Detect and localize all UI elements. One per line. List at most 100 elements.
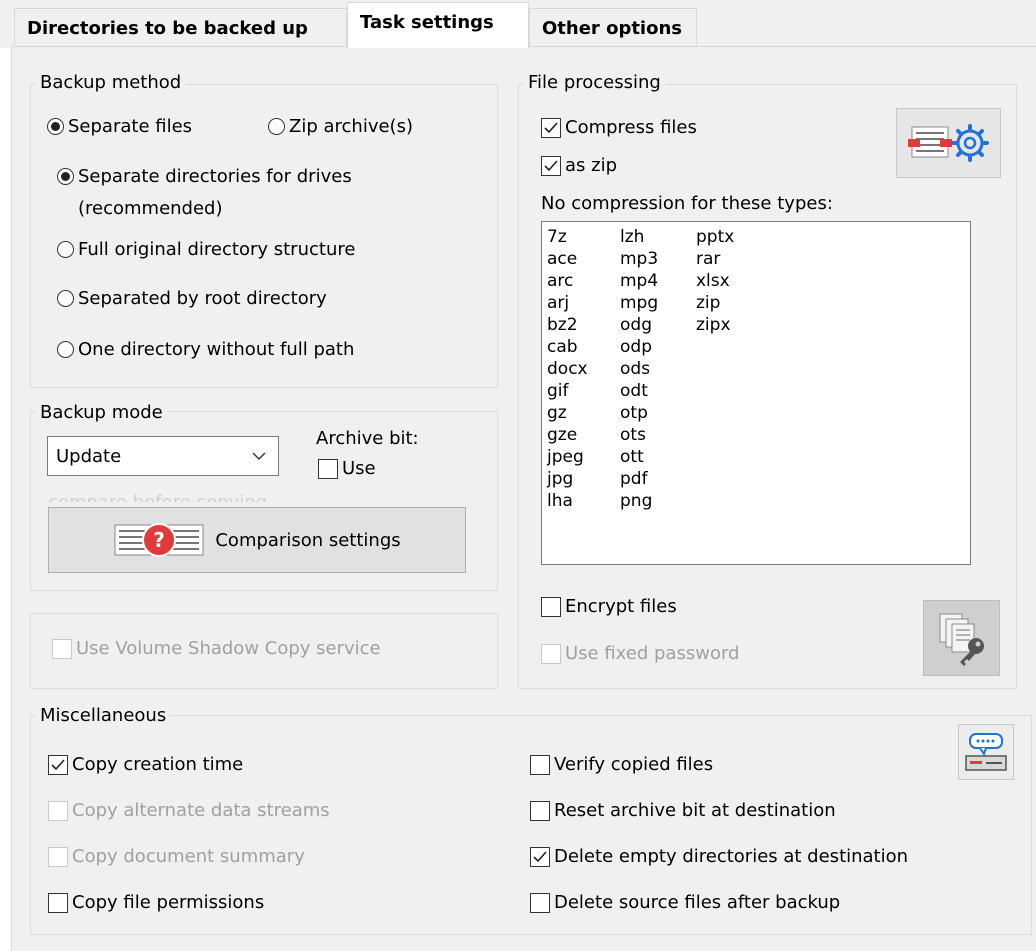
- delete-source-label: Delete source files after backup: [554, 892, 841, 913]
- copy-permissions-checkbox[interactable]: Copy file permissions: [48, 892, 264, 913]
- file-type-item: jpeg: [547, 447, 584, 467]
- file-type-item: mp4: [620, 271, 659, 291]
- copy-creation-time-checkbox[interactable]: Copy creation time: [48, 754, 243, 775]
- fixed-password-label: Use fixed password: [565, 643, 740, 664]
- checkbox-unchecked-icon: [530, 892, 550, 913]
- file-type-item: ods: [620, 359, 651, 379]
- reset-archive-label: Reset archive bit at destination: [554, 800, 836, 821]
- copy-summary-checkbox[interactable]: Copy document summary: [48, 846, 305, 867]
- checkbox-checked-icon: [530, 846, 550, 867]
- radio-full-structure[interactable]: Full original directory structure: [57, 239, 355, 260]
- file-type-item: 7z: [547, 227, 567, 247]
- one-dir-label: One directory without full path: [78, 339, 355, 360]
- checkbox-checked-icon: [48, 754, 68, 775]
- checkbox-disabled-icon: [48, 800, 68, 821]
- reset-archive-checkbox[interactable]: Reset archive bit at destination: [530, 800, 836, 821]
- file-type-item: arj: [547, 293, 570, 313]
- copy-ads-label: Copy alternate data streams: [72, 800, 330, 821]
- radio-empty-icon: [268, 118, 285, 135]
- tab-other-options[interactable]: Other options: [529, 8, 697, 48]
- file-type-item: odp: [620, 337, 652, 357]
- radio-one-dir[interactable]: One directory without full path: [57, 339, 354, 360]
- delete-empty-checkbox[interactable]: Delete empty directories at destination: [530, 846, 908, 867]
- delete-empty-label: Delete empty directories at destination: [554, 846, 909, 867]
- radio-by-root[interactable]: Separated by root directory: [57, 288, 327, 309]
- file-type-item: arc: [547, 271, 574, 291]
- file-type-item: png: [620, 491, 653, 511]
- file-type-item: ace: [547, 249, 578, 269]
- checkbox-unchecked-icon: [48, 892, 68, 913]
- radio-separate-files[interactable]: Separate files: [47, 116, 192, 137]
- misc-options-button[interactable]: [958, 724, 1014, 780]
- encrypt-files-label: Encrypt files: [565, 596, 677, 617]
- comment-drive-icon: [965, 733, 1007, 771]
- verify-checkbox[interactable]: Verify copied files: [530, 754, 713, 775]
- chevron-down-icon: [252, 452, 266, 460]
- file-type-item: xlsx: [696, 271, 730, 291]
- full-structure-label: Full original directory structure: [78, 239, 356, 260]
- delete-source-checkbox[interactable]: Delete source files after backup: [530, 892, 840, 913]
- compress-files-checkbox[interactable]: Compress files: [541, 117, 697, 138]
- file-type-item: mpg: [620, 293, 659, 313]
- file-type-item: mp3: [620, 249, 659, 269]
- comparison-settings-button[interactable]: ? Comparison settings: [48, 507, 466, 573]
- checkbox-unchecked-icon: [541, 596, 561, 617]
- checkbox-unchecked-icon: [530, 800, 550, 821]
- file-type-item: otp: [620, 403, 648, 423]
- radio-empty-icon: [57, 241, 74, 258]
- types-column-2: lzh mp3 mp4 mpg odg odp ods odt otp ots ott pdf png: [620, 226, 658, 512]
- file-type-item: cab: [547, 337, 578, 357]
- file-type-item: lzh: [620, 227, 645, 247]
- file-type-item: bz2: [547, 315, 578, 335]
- checkbox-checked-icon: [541, 117, 561, 138]
- file-type-item: pptx: [696, 227, 735, 247]
- file-processing-title: File processing: [524, 72, 665, 93]
- radio-selected-icon: [47, 118, 64, 135]
- fixed-password-checkbox[interactable]: Use fixed password: [541, 643, 739, 664]
- file-type-item: docx: [547, 359, 588, 379]
- key-documents-icon: [939, 613, 984, 666]
- file-type-item: gif: [547, 381, 569, 401]
- file-type-item: gz: [547, 403, 567, 423]
- file-type-item: zipx: [696, 315, 731, 335]
- copy-ads-checkbox[interactable]: Copy alternate data streams: [48, 800, 330, 821]
- as-zip-checkbox[interactable]: as zip: [541, 155, 617, 176]
- checkbox-disabled-icon: [541, 643, 561, 664]
- file-type-item: zip: [696, 293, 721, 313]
- verify-label: Verify copied files: [554, 754, 714, 775]
- miscellaneous-title: Miscellaneous: [36, 705, 171, 726]
- file-type-item: odg: [620, 315, 652, 335]
- checkbox-checked-icon: [541, 155, 561, 176]
- radio-empty-icon: [57, 341, 74, 358]
- checkbox-unchecked-icon: [318, 458, 338, 479]
- file-type-item: jpg: [547, 469, 574, 489]
- radio-selected-icon: [57, 168, 74, 185]
- separate-dirs-label-line2: (recommended): [78, 198, 223, 219]
- radio-zip-archives[interactable]: Zip archive(s): [268, 116, 413, 137]
- password-settings-button[interactable]: [923, 600, 1000, 676]
- backup-mode-select[interactable]: Update: [47, 436, 279, 476]
- separate-files-label: Separate files: [68, 116, 193, 137]
- file-type-item: ott: [620, 447, 644, 467]
- vss-label: Use Volume Shadow Copy service: [76, 638, 381, 659]
- radio-empty-icon: [57, 290, 74, 307]
- tab-directories[interactable]: Directories to be backed up: [14, 8, 347, 48]
- as-zip-label: as zip: [565, 155, 618, 176]
- separate-dirs-label: Separate directories for drives: [78, 166, 352, 187]
- backup-mode-value: Update: [56, 445, 122, 467]
- compression-settings-button[interactable]: [896, 108, 1001, 178]
- archive-bit-use-checkbox[interactable]: Use: [318, 458, 376, 479]
- encrypt-files-checkbox[interactable]: Encrypt files: [541, 596, 677, 617]
- file-type-item: rar: [696, 249, 721, 269]
- backup-method-title: Backup method: [36, 72, 186, 93]
- file-type-item: ots: [620, 425, 646, 445]
- copy-creation-time-label: Copy creation time: [72, 754, 244, 775]
- comparison-settings-label: Comparison settings: [215, 529, 401, 551]
- file-type-item: lha: [547, 491, 573, 511]
- compression-gear-icon: [907, 124, 989, 162]
- no-compression-label: No compression for these types:: [541, 193, 833, 214]
- no-compression-types-list[interactable]: 7z ace arc arj bz2 cab docx gif gz gze jpeg jpg lha …: [541, 221, 971, 565]
- tab-task-settings[interactable]: Task settings: [347, 2, 529, 48]
- vss-checkbox[interactable]: Use Volume Shadow Copy service: [52, 638, 381, 659]
- radio-separate-dirs[interactable]: Separate directories for drives: [57, 166, 352, 187]
